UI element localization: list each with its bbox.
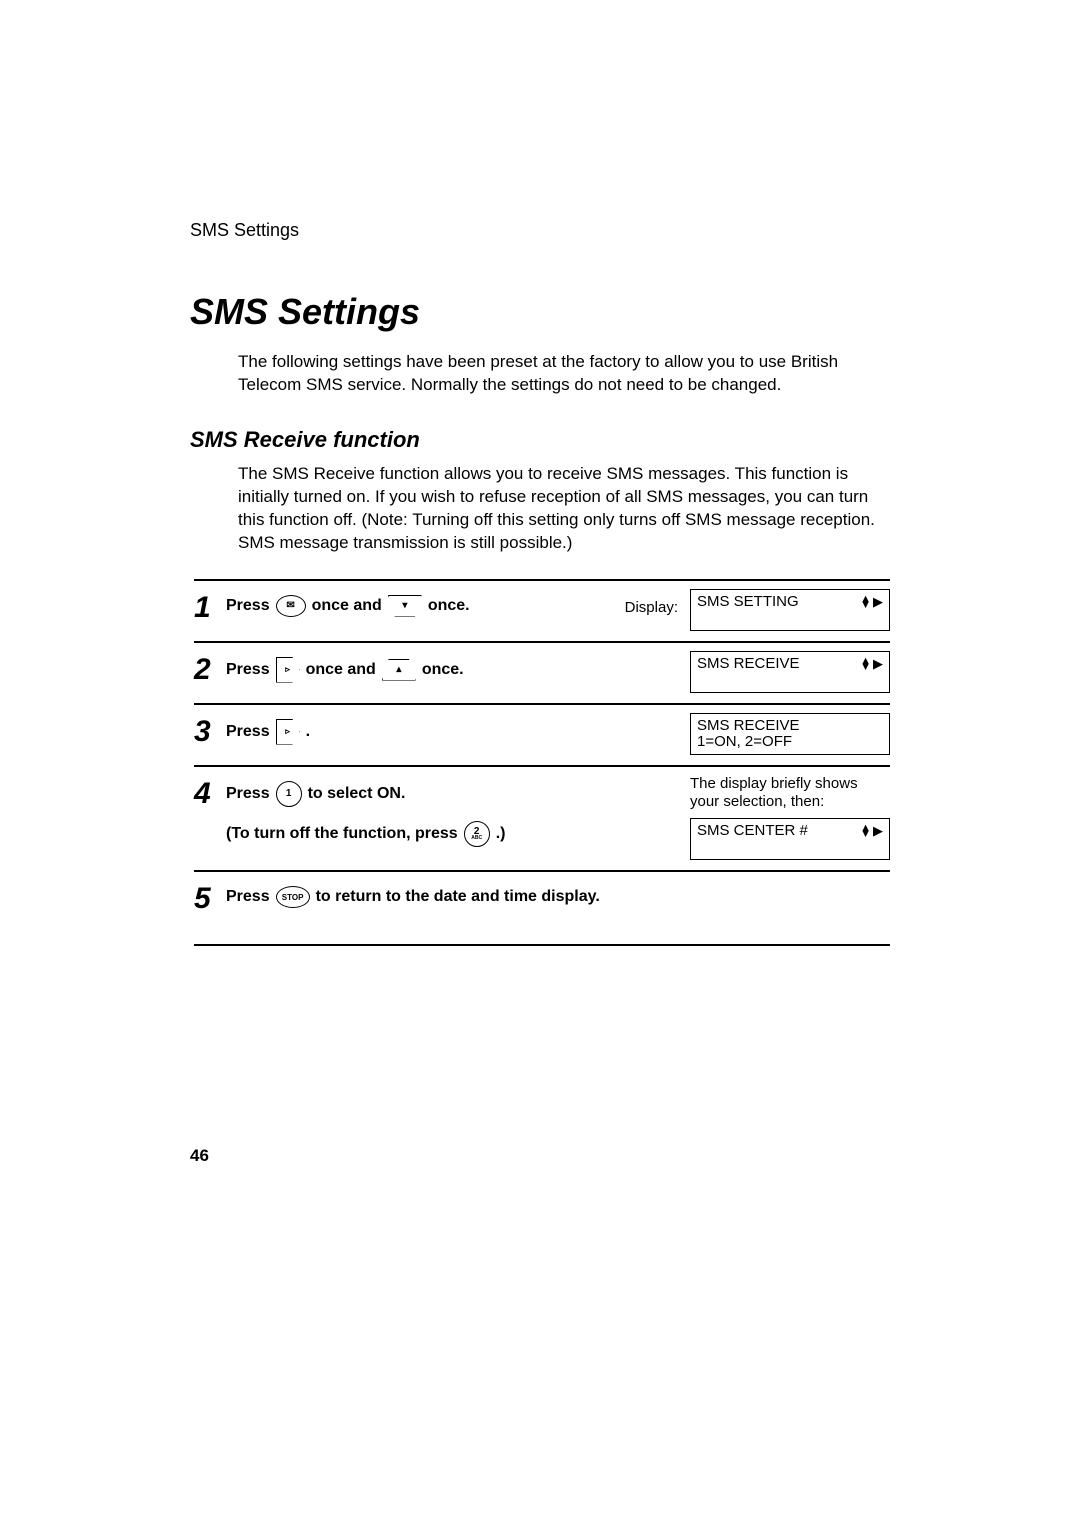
two-key-icon: 2ABC (464, 821, 490, 847)
step-instruction: Press STOP to return to the date and tim… (226, 880, 890, 908)
sms-key-icon: ✉ (276, 595, 306, 617)
section-heading: SMS Receive function (190, 427, 890, 453)
manual-page: SMS Settings SMS Settings The following … (0, 0, 1080, 1528)
steps-list: 1 Press ✉ once and ▾ once. Display: SMS … (194, 579, 890, 947)
text: .) (496, 825, 506, 843)
text: Press (226, 597, 270, 615)
up-key-icon: ▴ (382, 659, 416, 681)
lcd-display: SMS CENTER # ▲▼▶ (690, 818, 890, 860)
running-head: SMS Settings (190, 220, 890, 241)
text: . (306, 723, 310, 741)
step-row: 1 Press ✉ once and ▾ once. Display: SMS … (194, 579, 890, 641)
text: to select ON. (308, 785, 406, 803)
step-row: 2 Press ▹ once and ▴ once. SMS RECEIVE ▲… (194, 641, 890, 703)
step-row: 3 Press ▹ . SMS RECEIVE 1=ON, 2=OFF (194, 703, 890, 765)
page-number: 46 (190, 1146, 209, 1166)
down-key-icon: ▾ (388, 595, 422, 617)
text: Press (226, 785, 270, 803)
step-row: 5 Press STOP to return to the date and t… (194, 870, 890, 946)
nav-arrows-icon: ▲▼▶ (860, 594, 883, 610)
lcd-text: SMS SETTING (697, 594, 799, 611)
text: Press (226, 723, 270, 741)
step-number: 2 (194, 651, 226, 685)
section-paragraph: The SMS Receive function allows you to r… (238, 463, 890, 555)
text: once. (428, 597, 470, 615)
text: (To turn off the function, press (226, 825, 458, 843)
right-key-icon: ▹ (276, 719, 300, 745)
text: once. (422, 661, 464, 679)
step-instruction: Press ✉ once and ▾ once. (226, 589, 617, 617)
lcd-text: SMS CENTER # (697, 823, 808, 840)
text: Press (226, 888, 270, 906)
step-number: 5 (194, 880, 226, 914)
intro-paragraph: The following settings have been preset … (238, 351, 890, 397)
nav-arrows-icon: ▲▼▶ (860, 656, 883, 672)
step-instruction: Press 1 to select ON. (To turn off the f… (226, 775, 682, 847)
step-number: 3 (194, 713, 226, 747)
step-number: 4 (194, 775, 226, 809)
stop-key-icon: STOP (276, 886, 310, 908)
one-key-icon: 1 (276, 781, 302, 807)
lcd-text: SMS RECEIVE 1=ON, 2=OFF (697, 718, 800, 751)
text: once and (306, 661, 376, 679)
lcd-display: SMS SETTING ▲▼▶ (690, 589, 890, 631)
lcd-display: SMS RECEIVE ▲▼▶ (690, 651, 890, 693)
step-row: 4 Press 1 to select ON. (To turn off the… (194, 765, 890, 871)
step-number: 1 (194, 589, 226, 623)
display-label: Display: (625, 589, 682, 616)
right-key-icon: ▹ (276, 657, 300, 683)
lcd-text: SMS RECEIVE (697, 656, 800, 673)
nav-arrows-icon: ▲▼▶ (860, 823, 883, 839)
text: to return to the date and time display. (316, 888, 600, 906)
text: once and (312, 597, 382, 615)
text: Press (226, 661, 270, 679)
lcd-display: SMS RECEIVE 1=ON, 2=OFF (690, 713, 890, 755)
step-instruction: Press ▹ once and ▴ once. (226, 651, 682, 683)
step-instruction: Press ▹ . (226, 713, 682, 745)
display-note: The display briefly shows your selection… (690, 775, 890, 813)
page-title: SMS Settings (190, 291, 890, 333)
